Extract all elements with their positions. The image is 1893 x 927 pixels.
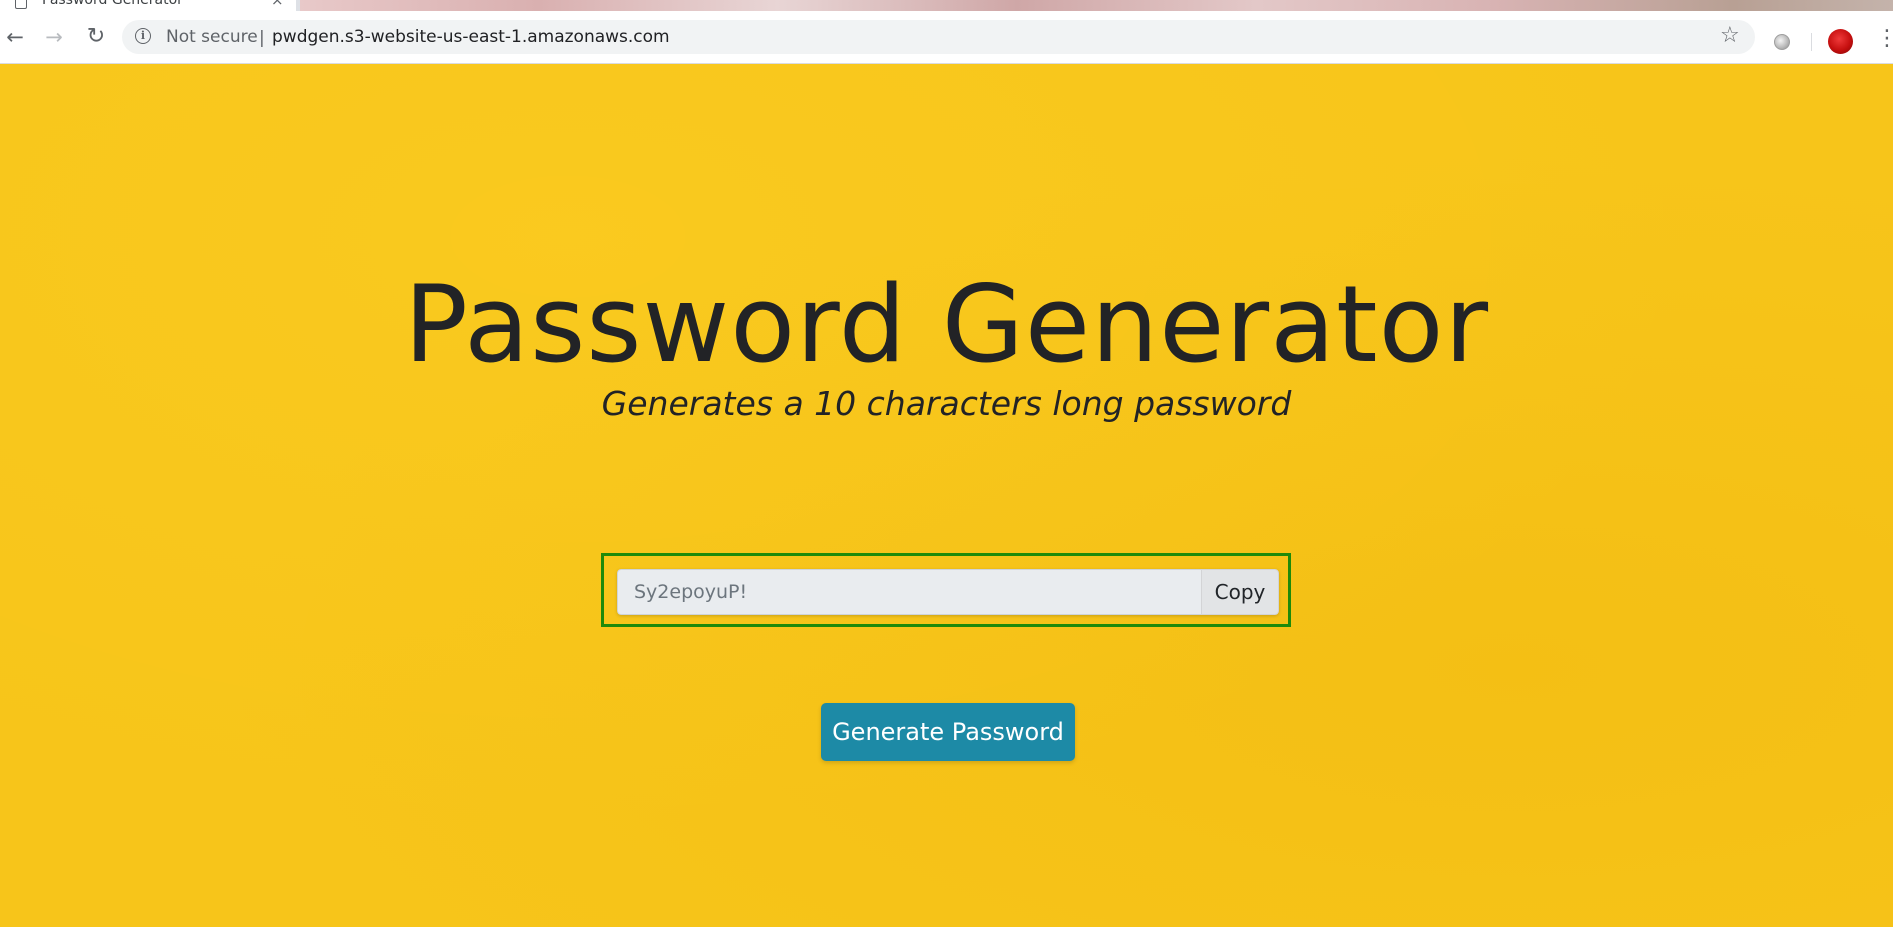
extension-icon[interactable] [1774, 34, 1790, 50]
url-text[interactable]: pwdgen.s3-website-us-east-1.amazonaws.co… [272, 27, 670, 47]
toolbar-separator [1811, 33, 1812, 51]
password-input-group: Copy [617, 569, 1279, 615]
reload-icon[interactable]: ↻ [84, 25, 108, 49]
tab-strip: Password Generator × + [0, 0, 1893, 11]
page-title: Password Generator [403, 263, 1490, 386]
security-label[interactable]: Not secure [166, 27, 258, 47]
info-icon[interactable]: i [135, 28, 151, 44]
omnibox-divider: | [259, 28, 265, 48]
copy-button[interactable]: Copy [1201, 569, 1279, 615]
generate-password-button[interactable]: Generate Password [821, 703, 1075, 761]
tab-close-icon[interactable]: × [271, 0, 284, 9]
kebab-menu-icon[interactable]: ⋮ [1876, 26, 1893, 52]
browser-toolbar: ← → ↻ i Not secure | pwdgen.s3-website-u… [0, 11, 1893, 64]
password-field[interactable] [617, 569, 1201, 615]
page-subtitle: Generates a 10 characters long password [601, 384, 1292, 423]
address-bar[interactable]: i Not secure | pwdgen.s3-website-us-east… [122, 20, 1755, 54]
browser-tab[interactable]: Password Generator × [0, 0, 296, 11]
other-tabs [300, 0, 1893, 11]
page-icon [15, 0, 27, 9]
page-body [0, 64, 1893, 927]
arrow-right-icon[interactable]: → [42, 25, 66, 49]
tab-title: Password Generator [42, 0, 183, 8]
star-icon[interactable]: ☆ [1720, 23, 1740, 48]
arrow-left-icon[interactable]: ← [3, 25, 27, 49]
profile-avatar[interactable] [1828, 29, 1853, 54]
